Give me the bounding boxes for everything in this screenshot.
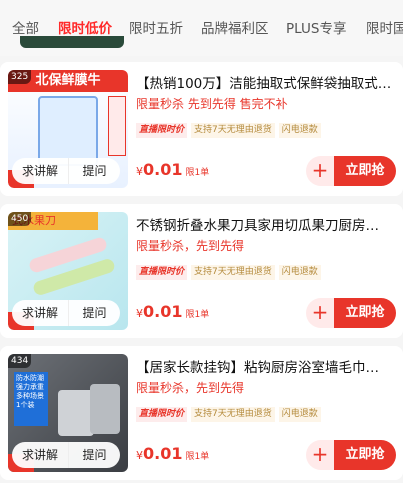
price: ¥0.01 限1单 — [136, 160, 209, 179]
tag-row: 直播限时价 支持7天无理由退货 闪电退款 — [136, 117, 325, 138]
tag-row: 直播限时价 支持7天无理由退货 闪电退款 — [136, 259, 325, 280]
rank-badge: 434 — [8, 354, 32, 368]
product-title[interactable]: 【居家长款挂钩】粘钩厨房浴室墙毛巾… — [136, 356, 394, 376]
hook-graphic — [58, 390, 94, 436]
buy-now-button[interactable]: 立即抢 — [334, 440, 396, 470]
tab-limited-half-off[interactable]: 限时五折 — [129, 17, 183, 37]
tab-plus-exclusive[interactable]: PLUS专享 — [286, 17, 346, 37]
price: ¥0.01 限1单 — [136, 302, 209, 321]
buy-now-button[interactable]: 立即抢 — [334, 156, 396, 186]
rank-badge: 325 — [8, 70, 32, 84]
tab-all[interactable]: 全部 — [12, 17, 39, 37]
tag-row: 直播限时价 支持7天无理由退货 闪电退款 — [136, 401, 325, 422]
buy-now-button[interactable]: 立即抢 — [334, 298, 396, 328]
request-explain-button[interactable]: 求讲解 — [12, 300, 68, 326]
add-to-cart-button[interactable]: + — [306, 156, 334, 186]
tag-7day-return: 支持7天无理由退货 — [191, 123, 275, 138]
tab-brand-benefits[interactable]: 品牌福利区 — [201, 17, 269, 37]
product-subtitle: 限量秒杀，先到先得 — [136, 381, 245, 395]
tab-limited-more[interactable]: 限时国 — [366, 17, 403, 37]
product-subtitle: 限量秒杀，先到先得 — [136, 239, 245, 253]
add-to-cart-button[interactable]: + — [306, 440, 334, 470]
product-card[interactable]: 北保鲜膜牛 325 求讲解 提问 【热销100万】洁能抽取式保鲜袋抽取式… 限量… — [0, 62, 403, 196]
tag-7day-return: 支持7天无理由退货 — [191, 407, 275, 422]
tag-fast-refund: 闪电退款 — [278, 407, 321, 422]
ask-question-button[interactable]: 提问 — [68, 442, 120, 468]
request-explain-button[interactable]: 求讲解 — [12, 442, 68, 468]
tag-fast-refund: 闪电退款 — [278, 265, 321, 280]
price-value: 0.01 — [143, 302, 183, 321]
product-card[interactable]: 防水防潮 强力承重 多种场景 1个装 434 求讲解 提问 【居家长款挂钩】粘钩… — [0, 346, 403, 480]
price-currency: ¥ — [136, 307, 143, 320]
purchase-limit: 限1单 — [185, 310, 210, 320]
category-tab-bar: 全部 限时低价 限时五折 品牌福利区 PLUS专享 限时国 — [0, 0, 403, 56]
hook-graphic — [90, 384, 120, 434]
tag-7day-return: 支持7天无理由退货 — [191, 265, 275, 280]
side-label-graphic — [108, 96, 126, 156]
product-card[interactable]: 式水果刀 450 求讲解 提问 不锈钢折叠水果刀具家用切瓜果刀厨房… 限量秒杀，… — [0, 204, 403, 338]
add-to-cart-button[interactable]: + — [306, 298, 334, 328]
price-currency: ¥ — [136, 165, 143, 178]
product-title[interactable]: 【热销100万】洁能抽取式保鲜袋抽取式… — [136, 72, 394, 92]
price-currency: ¥ — [136, 449, 143, 462]
tag-live-price: 直播限时价 — [136, 123, 188, 138]
product-subtitle: 限量秒杀 先到先得 售完不补 — [136, 97, 288, 111]
tag-fast-refund: 闪电退款 — [278, 123, 321, 138]
price-value: 0.01 — [143, 444, 183, 463]
rank-badge: 450 — [8, 212, 32, 226]
price-value: 0.01 — [143, 160, 183, 179]
tag-live-price: 直播限时价 — [136, 265, 188, 280]
purchase-limit: 限1单 — [185, 452, 210, 462]
purchase-limit: 限1单 — [185, 168, 210, 178]
previous-item-thumb-edge — [20, 36, 124, 48]
tab-limited-low-price[interactable]: 限时低价 — [58, 17, 112, 37]
product-title[interactable]: 不锈钢折叠水果刀具家用切瓜果刀厨房… — [136, 214, 394, 234]
thumb-feature-label: 防水防潮 强力承重 多种场景 1个装 — [14, 372, 48, 426]
ask-question-button[interactable]: 提问 — [68, 300, 120, 326]
tag-live-price: 直播限时价 — [136, 407, 188, 422]
request-explain-button[interactable]: 求讲解 — [12, 158, 68, 184]
bag-graphic — [38, 96, 98, 166]
ask-question-button[interactable]: 提问 — [68, 158, 120, 184]
price: ¥0.01 限1单 — [136, 444, 209, 463]
